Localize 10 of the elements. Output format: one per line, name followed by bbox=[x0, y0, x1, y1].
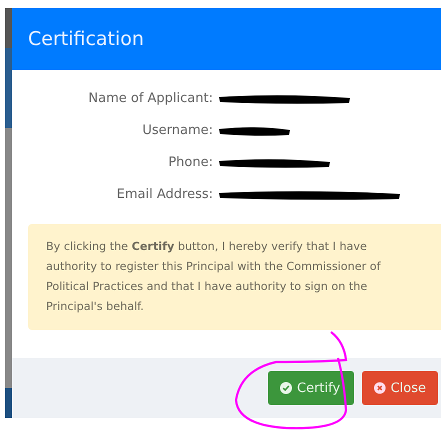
field-label: Phone: bbox=[167, 154, 213, 172]
notice-text: By clicking the Certify button, I hereby verify that I have authority to register this Principal with the Commissioner of Political Practices and that I have authority to sign on the Principal's behalf. bbox=[28, 224, 441, 330]
field-label: Name of Applicant: bbox=[87, 90, 213, 108]
check-circle-icon bbox=[280, 382, 292, 394]
dialog-title: Certification bbox=[28, 28, 144, 50]
field-label: Username: bbox=[141, 122, 213, 140]
field-label: Email Address: bbox=[116, 186, 213, 204]
close-icon bbox=[374, 382, 386, 394]
close-button[interactable]: Close bbox=[362, 371, 438, 405]
certify-button[interactable]: Certify bbox=[268, 371, 354, 405]
